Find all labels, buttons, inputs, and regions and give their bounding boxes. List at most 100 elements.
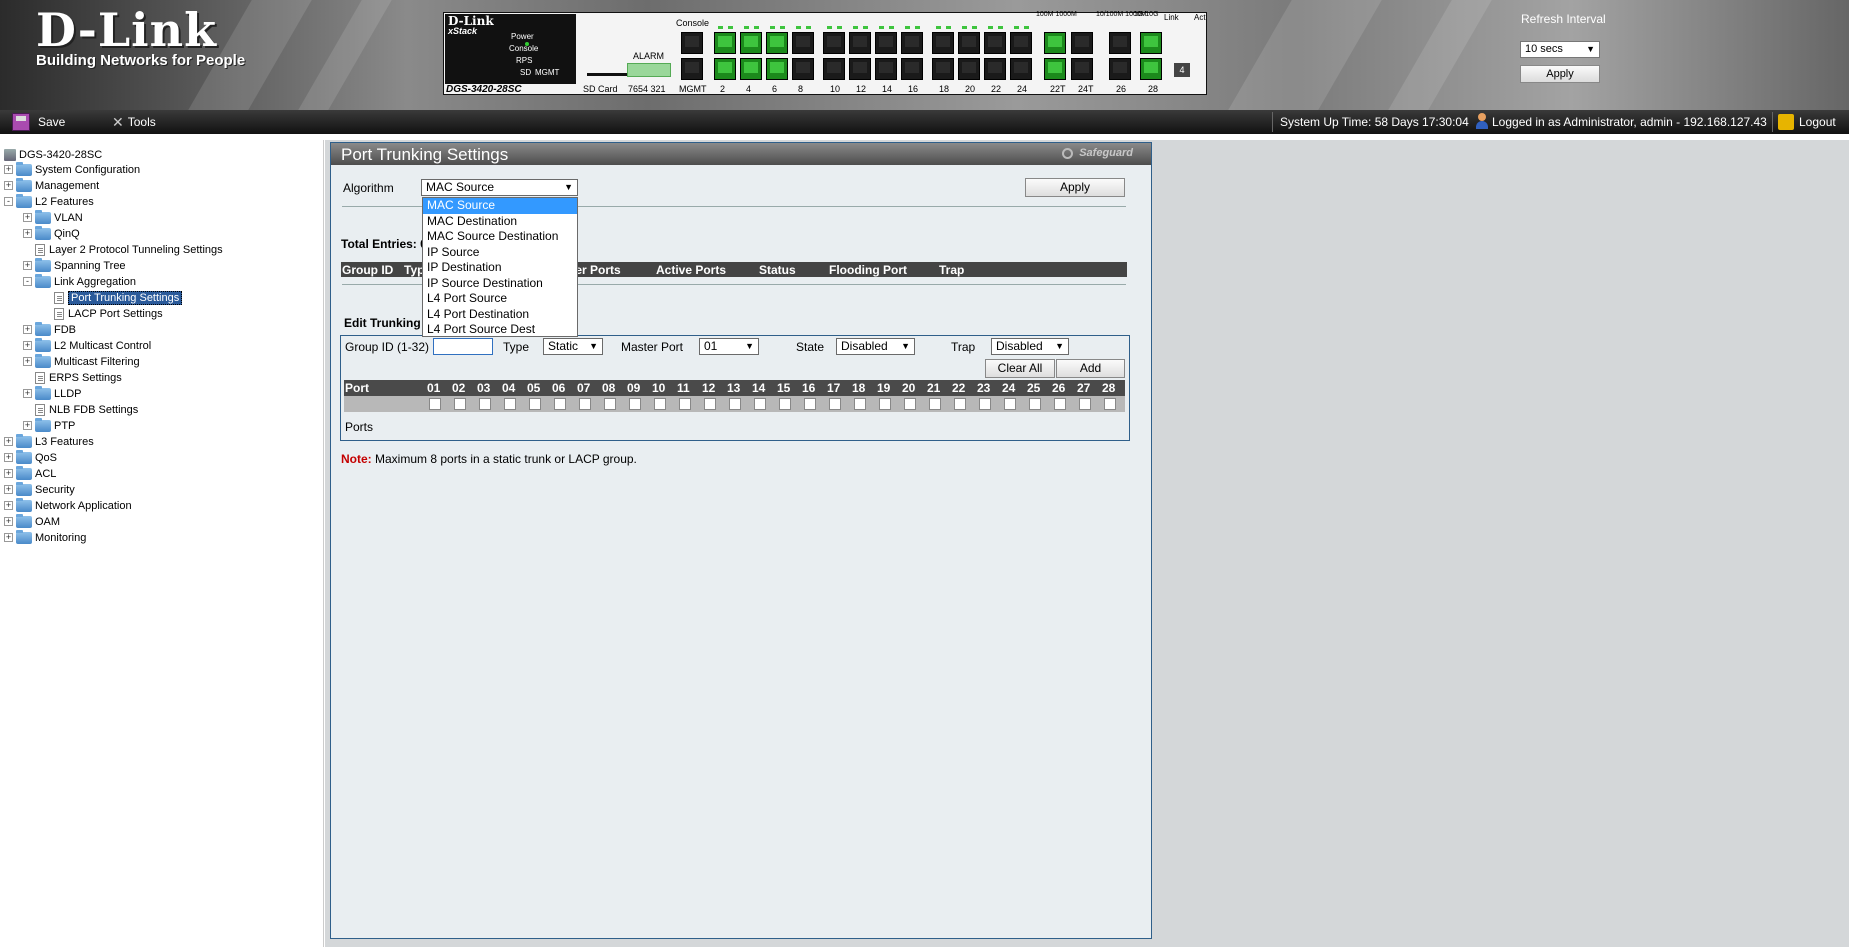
algorithm-option[interactable]: IP Destination bbox=[423, 260, 577, 276]
tree-item[interactable]: + Multicast Filtering bbox=[23, 353, 140, 369]
algorithm-option[interactable]: L4 Port Destination bbox=[423, 307, 577, 323]
algorithm-option[interactable]: IP Source bbox=[423, 245, 577, 261]
switch-port[interactable] bbox=[823, 32, 845, 54]
switch-port[interactable] bbox=[766, 58, 788, 80]
algorithm-select[interactable]: MAC Source ▼ bbox=[421, 179, 578, 196]
port-checkbox[interactable] bbox=[429, 398, 441, 410]
combo-port[interactable] bbox=[1071, 32, 1093, 54]
expand-icon[interactable]: + bbox=[4, 453, 13, 462]
switch-port[interactable] bbox=[875, 58, 897, 80]
port-checkbox[interactable] bbox=[879, 398, 891, 410]
algorithm-apply-button[interactable]: Apply bbox=[1025, 178, 1125, 197]
algorithm-option[interactable]: MAC Destination bbox=[423, 214, 577, 230]
switch-port[interactable] bbox=[766, 32, 788, 54]
port-checkbox[interactable] bbox=[754, 398, 766, 410]
port-checkbox[interactable] bbox=[979, 398, 991, 410]
switch-port[interactable] bbox=[901, 32, 923, 54]
port-checkbox[interactable] bbox=[804, 398, 816, 410]
console-port[interactable] bbox=[681, 32, 703, 54]
tree-item[interactable]: + QoS bbox=[4, 449, 57, 465]
algorithm-option[interactable]: L4 Port Source Dest bbox=[423, 322, 577, 338]
tree-item[interactable]: + OAM bbox=[4, 513, 60, 529]
tree-item[interactable]: + L3 Features bbox=[4, 433, 94, 449]
tree-item[interactable]: + PTP bbox=[23, 417, 75, 433]
port-checkbox[interactable] bbox=[479, 398, 491, 410]
port-checkbox[interactable] bbox=[454, 398, 466, 410]
expand-icon[interactable]: + bbox=[23, 229, 32, 238]
type-select[interactable]: Static ▼ bbox=[543, 338, 603, 355]
port-checkbox[interactable] bbox=[829, 398, 841, 410]
expand-icon[interactable]: + bbox=[4, 469, 13, 478]
sfp-port[interactable] bbox=[1109, 32, 1131, 54]
port-checkbox[interactable] bbox=[954, 398, 966, 410]
expand-icon[interactable]: + bbox=[4, 181, 13, 190]
algorithm-option[interactable]: MAC Source Destination bbox=[423, 229, 577, 245]
port-checkbox[interactable] bbox=[854, 398, 866, 410]
tree-item[interactable]: - L2 Features bbox=[4, 193, 94, 209]
trap-select[interactable]: Disabled ▼ bbox=[991, 338, 1069, 355]
expand-icon[interactable]: + bbox=[4, 165, 13, 174]
add-button[interactable]: Add bbox=[1056, 359, 1125, 378]
tree-item[interactable]: - Link Aggregation bbox=[23, 273, 136, 289]
tree-root[interactable]: DGS-3420-28SC bbox=[4, 147, 102, 162]
port-checkbox[interactable] bbox=[1104, 398, 1116, 410]
master-port-select[interactable]: 01 ▼ bbox=[699, 338, 759, 355]
combo-port[interactable] bbox=[1071, 58, 1093, 80]
port-checkbox[interactable] bbox=[554, 398, 566, 410]
switch-port[interactable] bbox=[792, 32, 814, 54]
expand-icon[interactable]: + bbox=[23, 421, 32, 430]
switch-port[interactable] bbox=[932, 32, 954, 54]
switch-port[interactable] bbox=[792, 58, 814, 80]
tree-item[interactable]: + System Configuration bbox=[4, 161, 140, 177]
switch-port[interactable] bbox=[932, 58, 954, 80]
expand-icon[interactable]: + bbox=[23, 357, 32, 366]
tree-item[interactable]: + Management bbox=[4, 177, 99, 193]
expand-icon[interactable]: + bbox=[23, 389, 32, 398]
tree-item[interactable]: NLB FDB Settings bbox=[23, 402, 138, 417]
switch-port[interactable] bbox=[875, 32, 897, 54]
tree-item[interactable]: + VLAN bbox=[23, 209, 83, 225]
algorithm-option[interactable]: L4 Port Source bbox=[423, 291, 577, 307]
port-checkbox[interactable] bbox=[629, 398, 641, 410]
mgmt-port[interactable] bbox=[681, 58, 703, 80]
switch-port[interactable] bbox=[740, 32, 762, 54]
switch-port[interactable] bbox=[901, 58, 923, 80]
expand-icon[interactable]: + bbox=[23, 325, 32, 334]
switch-port[interactable] bbox=[714, 32, 736, 54]
port-checkbox[interactable] bbox=[929, 398, 941, 410]
switch-port[interactable] bbox=[958, 58, 980, 80]
expand-icon[interactable]: + bbox=[4, 517, 13, 526]
switch-port[interactable] bbox=[714, 58, 736, 80]
port-checkbox[interactable] bbox=[1054, 398, 1066, 410]
expand-icon[interactable]: + bbox=[4, 533, 13, 542]
port-checkbox[interactable] bbox=[1029, 398, 1041, 410]
tree-item[interactable]: LACP Port Settings bbox=[42, 306, 163, 321]
tree-item[interactable]: + Spanning Tree bbox=[23, 257, 126, 273]
switch-front-panel[interactable]: D-Link xStack Power Console RPS SD MGMT … bbox=[443, 11, 1207, 95]
port-checkbox[interactable] bbox=[1079, 398, 1091, 410]
expand-icon[interactable]: + bbox=[23, 261, 32, 270]
sfp-port[interactable] bbox=[1109, 58, 1131, 80]
refresh-apply-button[interactable]: Apply bbox=[1520, 65, 1600, 83]
collapse-icon[interactable]: - bbox=[23, 277, 32, 286]
switch-port[interactable] bbox=[1010, 32, 1032, 54]
expand-icon[interactable]: + bbox=[4, 485, 13, 494]
port-checkbox[interactable] bbox=[654, 398, 666, 410]
tree-item[interactable]: + Monitoring bbox=[4, 529, 86, 545]
switch-port[interactable] bbox=[740, 58, 762, 80]
switch-port[interactable] bbox=[984, 32, 1006, 54]
tree-item[interactable]: ERPS Settings bbox=[23, 370, 122, 385]
expand-icon[interactable]: + bbox=[23, 341, 32, 350]
algorithm-option[interactable]: IP Source Destination bbox=[423, 276, 577, 292]
collapse-icon[interactable]: - bbox=[4, 197, 13, 206]
algorithm-option[interactable]: MAC Source bbox=[423, 198, 577, 214]
tree-item[interactable]: Layer 2 Protocol Tunneling Settings bbox=[23, 242, 223, 257]
switch-port[interactable] bbox=[958, 32, 980, 54]
switch-port[interactable] bbox=[823, 58, 845, 80]
refresh-interval-select[interactable]: 10 secs ▼ bbox=[1520, 41, 1600, 58]
tree-item[interactable]: + L2 Multicast Control bbox=[23, 337, 151, 353]
tree-item[interactable]: + Security bbox=[4, 481, 75, 497]
clear-all-button[interactable]: Clear All bbox=[985, 359, 1055, 378]
tree-item[interactable]: + ACL bbox=[4, 465, 56, 481]
tree-item[interactable]: + LLDP bbox=[23, 385, 82, 401]
